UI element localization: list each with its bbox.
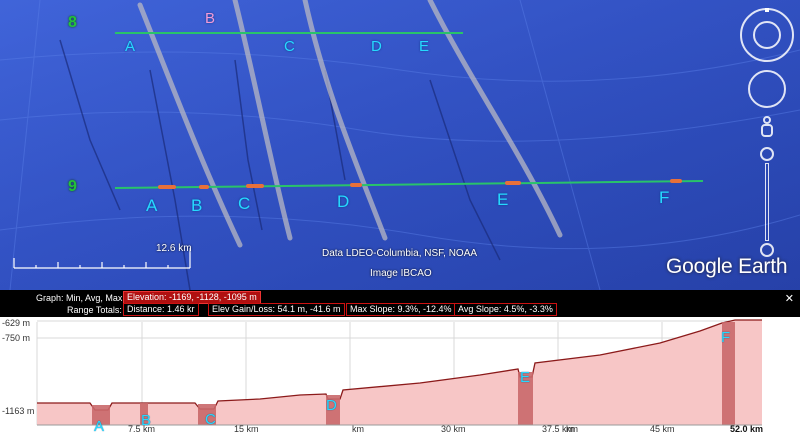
data-credit: Data LDEO-Columbia, NSF, NOAA <box>322 248 478 259</box>
y-tick-bottom: -1163 m <box>2 406 35 416</box>
look-joystick-icon[interactable] <box>748 70 786 108</box>
distance-stat[interactable]: Distance: 1.46 kr <box>123 303 199 316</box>
top-label-e: E <box>419 38 430 55</box>
top-label-c: C <box>284 38 295 55</box>
bottom-label-b: B <box>191 196 203 215</box>
x-tick-2: 15 km <box>234 424 259 434</box>
max-slope-stat[interactable]: Max Slope: 9.3%, -12.4% <box>346 303 456 316</box>
profile-label-f: F <box>721 329 731 346</box>
top-label-b: B <box>205 10 216 27</box>
top-label-a: A <box>125 38 136 55</box>
bottom-label-a: A <box>146 196 158 215</box>
x-tick-end: 52.0 km <box>730 424 764 434</box>
profile-label-c: C <box>205 411 216 428</box>
row-number-8: 8 <box>68 14 77 31</box>
zoom-in-icon[interactable] <box>760 147 774 161</box>
map-view[interactable]: 8 9 A B C D E A B C D E F 12.6 km Data L… <box>0 0 800 290</box>
zoom-out-icon[interactable] <box>760 243 774 257</box>
bottom-label-d: D <box>337 192 350 211</box>
profile-label-b: B <box>141 412 152 429</box>
zoom-track[interactable] <box>765 163 769 241</box>
top-label-d: D <box>371 38 382 55</box>
x-tick-4: 30 km <box>441 424 466 434</box>
seafloor-terrain <box>0 0 800 290</box>
range-totals-label: Range Totals: <box>67 305 122 315</box>
scale-label: 12.6 km <box>156 243 192 254</box>
zoom-slider[interactable] <box>759 147 775 257</box>
graph-label: Graph: Min, Avg, Max: <box>36 293 125 303</box>
elevation-profile-graph[interactable] <box>0 317 800 435</box>
google-earth-logo: Google Earth <box>666 255 788 278</box>
bottom-label-f: F <box>659 188 670 207</box>
profile-label-d: D <box>326 397 337 414</box>
image-credit: Image IBCAO <box>370 268 432 279</box>
profile-label-e: E <box>520 369 531 386</box>
elevation-profile-panel: Graph: Min, Avg, Max: Elevation: -1169, … <box>0 290 800 435</box>
elev-gain-loss-stat[interactable]: Elev Gain/Loss: 54.1 m, -41.6 m <box>208 303 345 316</box>
compass-ring-icon[interactable] <box>740 8 794 62</box>
x-tick-6: km <box>566 424 578 434</box>
bottom-label-c: C <box>238 194 251 213</box>
close-icon[interactable]: ✕ <box>785 292 794 305</box>
street-view-pegman-icon[interactable] <box>760 116 774 138</box>
x-tick-7: 45 km <box>650 424 675 434</box>
y-tick-top: -629 m <box>2 318 31 328</box>
profile-label-a: A <box>94 418 105 435</box>
profile-header: Graph: Min, Avg, Max: Elevation: -1169, … <box>0 290 800 317</box>
bottom-label-e: E <box>497 190 509 209</box>
x-tick-3: km <box>352 424 364 434</box>
avg-slope-stat[interactable]: Avg Slope: 4.5%, -3.3% <box>454 303 557 316</box>
row-number-9: 9 <box>68 178 77 195</box>
y-tick-mid: -750 m <box>2 333 31 343</box>
